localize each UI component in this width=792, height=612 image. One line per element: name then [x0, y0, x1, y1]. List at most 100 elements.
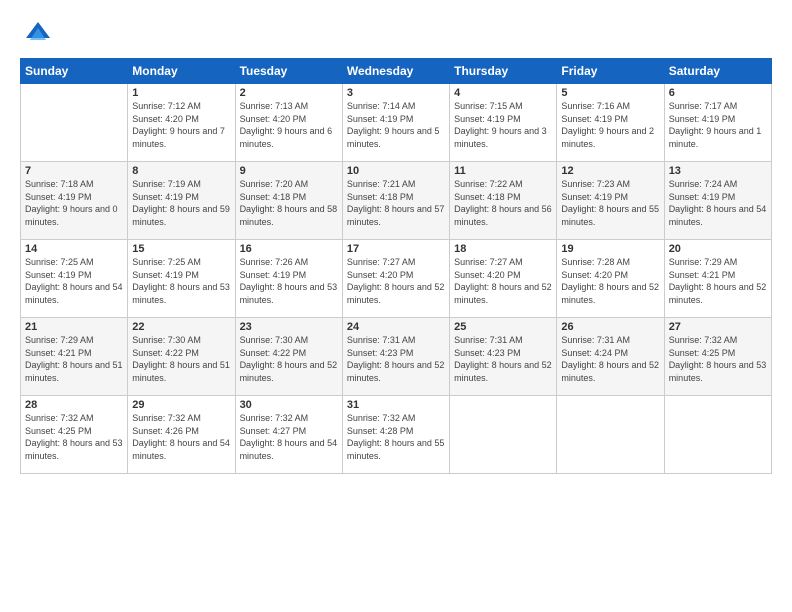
day-number: 14 [25, 243, 123, 255]
calendar-cell [557, 396, 664, 474]
day-number: 1 [132, 87, 230, 99]
day-number: 6 [669, 87, 767, 99]
day-info: Sunrise: 7:15 AMSunset: 4:19 PMDaylight:… [454, 101, 547, 149]
day-number: 28 [25, 399, 123, 411]
day-number: 2 [240, 87, 338, 99]
calendar-week-row: 7 Sunrise: 7:18 AMSunset: 4:19 PMDayligh… [21, 162, 772, 240]
calendar-cell: 23 Sunrise: 7:30 AMSunset: 4:22 PMDaylig… [235, 318, 342, 396]
day-number: 15 [132, 243, 230, 255]
calendar-cell: 8 Sunrise: 7:19 AMSunset: 4:19 PMDayligh… [128, 162, 235, 240]
calendar-header-row: SundayMondayTuesdayWednesdayThursdayFrid… [21, 59, 772, 84]
day-number: 17 [347, 243, 445, 255]
header [20, 18, 772, 46]
day-info: Sunrise: 7:31 AMSunset: 4:24 PMDaylight:… [561, 335, 659, 383]
day-number: 29 [132, 399, 230, 411]
weekday-header: Wednesday [342, 59, 449, 84]
day-number: 18 [454, 243, 552, 255]
day-info: Sunrise: 7:21 AMSunset: 4:18 PMDaylight:… [347, 179, 445, 227]
calendar-cell: 13 Sunrise: 7:24 AMSunset: 4:19 PMDaylig… [664, 162, 771, 240]
calendar-cell [664, 396, 771, 474]
page-container: SundayMondayTuesdayWednesdayThursdayFrid… [0, 0, 792, 612]
calendar-cell: 17 Sunrise: 7:27 AMSunset: 4:20 PMDaylig… [342, 240, 449, 318]
day-info: Sunrise: 7:28 AMSunset: 4:20 PMDaylight:… [561, 257, 659, 305]
calendar-cell: 26 Sunrise: 7:31 AMSunset: 4:24 PMDaylig… [557, 318, 664, 396]
calendar-cell: 11 Sunrise: 7:22 AMSunset: 4:18 PMDaylig… [450, 162, 557, 240]
day-number: 11 [454, 165, 552, 177]
weekday-header: Tuesday [235, 59, 342, 84]
day-number: 31 [347, 399, 445, 411]
day-info: Sunrise: 7:26 AMSunset: 4:19 PMDaylight:… [240, 257, 338, 305]
day-number: 7 [25, 165, 123, 177]
calendar-table: SundayMondayTuesdayWednesdayThursdayFrid… [20, 58, 772, 474]
calendar-cell: 4 Sunrise: 7:15 AMSunset: 4:19 PMDayligh… [450, 84, 557, 162]
calendar-cell: 30 Sunrise: 7:32 AMSunset: 4:27 PMDaylig… [235, 396, 342, 474]
calendar-cell: 24 Sunrise: 7:31 AMSunset: 4:23 PMDaylig… [342, 318, 449, 396]
day-info: Sunrise: 7:31 AMSunset: 4:23 PMDaylight:… [347, 335, 445, 383]
day-info: Sunrise: 7:27 AMSunset: 4:20 PMDaylight:… [347, 257, 445, 305]
day-number: 16 [240, 243, 338, 255]
day-number: 13 [669, 165, 767, 177]
calendar-cell: 1 Sunrise: 7:12 AMSunset: 4:20 PMDayligh… [128, 84, 235, 162]
day-info: Sunrise: 7:29 AMSunset: 4:21 PMDaylight:… [669, 257, 767, 305]
calendar-week-row: 14 Sunrise: 7:25 AMSunset: 4:19 PMDaylig… [21, 240, 772, 318]
calendar-cell: 27 Sunrise: 7:32 AMSunset: 4:25 PMDaylig… [664, 318, 771, 396]
weekday-header: Monday [128, 59, 235, 84]
day-number: 24 [347, 321, 445, 333]
day-info: Sunrise: 7:25 AMSunset: 4:19 PMDaylight:… [25, 257, 123, 305]
day-info: Sunrise: 7:32 AMSunset: 4:27 PMDaylight:… [240, 413, 338, 461]
logo [20, 18, 52, 46]
calendar-cell: 7 Sunrise: 7:18 AMSunset: 4:19 PMDayligh… [21, 162, 128, 240]
day-info: Sunrise: 7:13 AMSunset: 4:20 PMDaylight:… [240, 101, 333, 149]
day-number: 3 [347, 87, 445, 99]
day-info: Sunrise: 7:22 AMSunset: 4:18 PMDaylight:… [454, 179, 552, 227]
day-info: Sunrise: 7:31 AMSunset: 4:23 PMDaylight:… [454, 335, 552, 383]
day-info: Sunrise: 7:17 AMSunset: 4:19 PMDaylight:… [669, 101, 762, 149]
day-number: 26 [561, 321, 659, 333]
day-number: 10 [347, 165, 445, 177]
day-info: Sunrise: 7:20 AMSunset: 4:18 PMDaylight:… [240, 179, 338, 227]
day-info: Sunrise: 7:14 AMSunset: 4:19 PMDaylight:… [347, 101, 440, 149]
calendar-cell: 21 Sunrise: 7:29 AMSunset: 4:21 PMDaylig… [21, 318, 128, 396]
calendar-cell: 10 Sunrise: 7:21 AMSunset: 4:18 PMDaylig… [342, 162, 449, 240]
calendar-cell: 28 Sunrise: 7:32 AMSunset: 4:25 PMDaylig… [21, 396, 128, 474]
calendar-cell: 14 Sunrise: 7:25 AMSunset: 4:19 PMDaylig… [21, 240, 128, 318]
day-info: Sunrise: 7:18 AMSunset: 4:19 PMDaylight:… [25, 179, 118, 227]
day-number: 12 [561, 165, 659, 177]
weekday-header: Thursday [450, 59, 557, 84]
logo-icon [24, 18, 52, 46]
calendar-cell: 31 Sunrise: 7:32 AMSunset: 4:28 PMDaylig… [342, 396, 449, 474]
day-number: 8 [132, 165, 230, 177]
calendar-cell: 3 Sunrise: 7:14 AMSunset: 4:19 PMDayligh… [342, 84, 449, 162]
calendar-cell [21, 84, 128, 162]
day-info: Sunrise: 7:32 AMSunset: 4:28 PMDaylight:… [347, 413, 445, 461]
day-info: Sunrise: 7:19 AMSunset: 4:19 PMDaylight:… [132, 179, 230, 227]
calendar-week-row: 1 Sunrise: 7:12 AMSunset: 4:20 PMDayligh… [21, 84, 772, 162]
day-number: 21 [25, 321, 123, 333]
day-info: Sunrise: 7:27 AMSunset: 4:20 PMDaylight:… [454, 257, 552, 305]
calendar-week-row: 21 Sunrise: 7:29 AMSunset: 4:21 PMDaylig… [21, 318, 772, 396]
day-info: Sunrise: 7:23 AMSunset: 4:19 PMDaylight:… [561, 179, 659, 227]
day-info: Sunrise: 7:29 AMSunset: 4:21 PMDaylight:… [25, 335, 123, 383]
day-info: Sunrise: 7:30 AMSunset: 4:22 PMDaylight:… [132, 335, 230, 383]
calendar-cell: 5 Sunrise: 7:16 AMSunset: 4:19 PMDayligh… [557, 84, 664, 162]
calendar-cell [450, 396, 557, 474]
weekday-header: Friday [557, 59, 664, 84]
day-info: Sunrise: 7:30 AMSunset: 4:22 PMDaylight:… [240, 335, 338, 383]
day-number: 27 [669, 321, 767, 333]
day-number: 30 [240, 399, 338, 411]
day-number: 5 [561, 87, 659, 99]
calendar-cell: 9 Sunrise: 7:20 AMSunset: 4:18 PMDayligh… [235, 162, 342, 240]
day-info: Sunrise: 7:16 AMSunset: 4:19 PMDaylight:… [561, 101, 654, 149]
day-number: 9 [240, 165, 338, 177]
day-info: Sunrise: 7:32 AMSunset: 4:25 PMDaylight:… [669, 335, 767, 383]
calendar-cell: 12 Sunrise: 7:23 AMSunset: 4:19 PMDaylig… [557, 162, 664, 240]
calendar-cell: 18 Sunrise: 7:27 AMSunset: 4:20 PMDaylig… [450, 240, 557, 318]
calendar-cell: 19 Sunrise: 7:28 AMSunset: 4:20 PMDaylig… [557, 240, 664, 318]
day-info: Sunrise: 7:25 AMSunset: 4:19 PMDaylight:… [132, 257, 230, 305]
day-number: 22 [132, 321, 230, 333]
calendar-cell: 29 Sunrise: 7:32 AMSunset: 4:26 PMDaylig… [128, 396, 235, 474]
day-info: Sunrise: 7:12 AMSunset: 4:20 PMDaylight:… [132, 101, 225, 149]
day-number: 4 [454, 87, 552, 99]
weekday-header: Saturday [664, 59, 771, 84]
day-number: 19 [561, 243, 659, 255]
